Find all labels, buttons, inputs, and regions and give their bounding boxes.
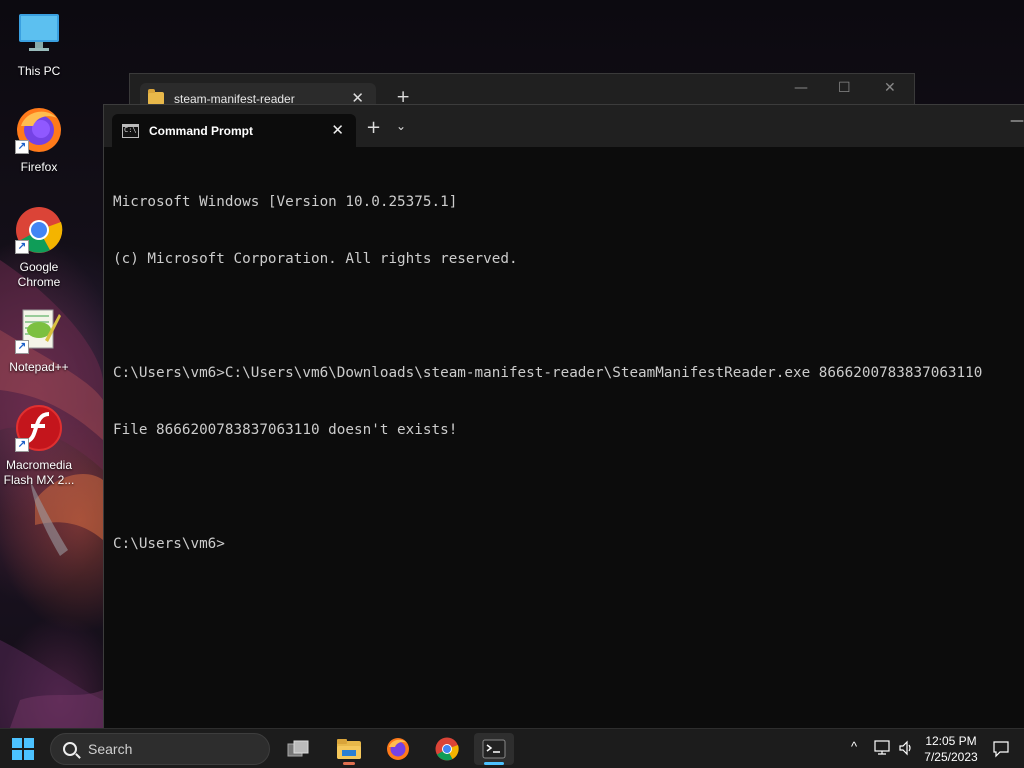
search-placeholder: Search bbox=[88, 741, 133, 757]
flash-icon: ↗ bbox=[15, 404, 63, 452]
terminal-new-tab-icon[interactable]: + bbox=[366, 117, 381, 138]
desktop-icon-flash[interactable]: ↗ Macromedia Flash MX 2... bbox=[0, 404, 78, 488]
command-prompt-icon: C:\ bbox=[122, 123, 139, 138]
taskbar-search[interactable]: Search bbox=[50, 733, 270, 765]
desktop-icon-label: Macromedia Flash MX 2... bbox=[3, 458, 75, 487]
shortcut-arrow-icon: ↗ bbox=[15, 140, 29, 154]
terminal-titlebar[interactable]: C:\ Command Prompt ✕ + ⌄ — bbox=[104, 105, 1024, 147]
running-indicator bbox=[484, 762, 504, 765]
search-icon bbox=[63, 742, 77, 756]
notification-icon[interactable] bbox=[992, 740, 1010, 758]
explorer-close-icon[interactable]: ✕ bbox=[884, 80, 896, 96]
taskbar-firefox[interactable] bbox=[378, 733, 418, 765]
taskbar-terminal[interactable] bbox=[474, 733, 514, 765]
explorer-maximize-icon[interactable]: ☐ bbox=[838, 80, 851, 96]
terminal-prompt-line: C:\Users\vm6> bbox=[113, 536, 225, 552]
taskbar-file-explorer[interactable] bbox=[329, 733, 369, 765]
desktop-icon-label: Firefox bbox=[20, 160, 58, 174]
notepadpp-icon: ↗ bbox=[15, 306, 63, 354]
terminal-line: C:\Users\vm6>C:\Users\vm6\Downloads\stea… bbox=[113, 365, 983, 381]
chrome-icon: ↗ bbox=[15, 206, 63, 254]
task-view-icon bbox=[287, 740, 309, 757]
terminal-tab-command-prompt[interactable]: C:\ Command Prompt ✕ bbox=[112, 114, 356, 147]
terminal-window[interactable]: C:\ Command Prompt ✕ + ⌄ — Microsoft Win… bbox=[103, 104, 1024, 736]
terminal-output[interactable]: Microsoft Windows [Version 10.0.25375.1]… bbox=[113, 155, 1024, 592]
desktop-icon-this-pc[interactable]: This PC bbox=[0, 10, 78, 79]
taskbar: Search ^ 12:05 PM 7/25/2023 bbox=[0, 728, 1024, 768]
clock-time: 12:05 PM bbox=[925, 734, 977, 748]
terminal-minimize-icon[interactable]: — bbox=[1010, 113, 1024, 129]
terminal-tab-close-icon[interactable]: ✕ bbox=[331, 121, 344, 139]
file-explorer-icon bbox=[337, 739, 361, 759]
terminal-icon bbox=[482, 739, 506, 759]
chrome-icon bbox=[435, 737, 459, 761]
running-indicator bbox=[343, 762, 355, 765]
shortcut-arrow-icon: ↗ bbox=[15, 340, 29, 354]
explorer-minimize-icon[interactable]: — bbox=[794, 80, 808, 96]
network-icon[interactable] bbox=[874, 740, 892, 756]
taskbar-chrome[interactable] bbox=[427, 733, 467, 765]
shortcut-arrow-icon: ↗ bbox=[15, 240, 29, 254]
tray-overflow-chevron-icon[interactable]: ^ bbox=[851, 739, 857, 754]
desktop-icon-firefox[interactable]: ↗ Firefox bbox=[0, 106, 78, 175]
start-button[interactable] bbox=[12, 738, 34, 760]
terminal-dropdown-icon[interactable]: ⌄ bbox=[396, 119, 406, 133]
desktop-icon-notepadpp[interactable]: ↗ Notepad++ bbox=[0, 306, 78, 375]
monitor-icon bbox=[15, 10, 63, 58]
desktop-icon-chrome[interactable]: ↗ Google Chrome bbox=[0, 206, 78, 290]
terminal-tab-title: Command Prompt bbox=[149, 123, 254, 138]
clock[interactable]: 12:05 PM 7/25/2023 bbox=[908, 733, 994, 765]
desktop-icon-label: This PC bbox=[17, 64, 61, 78]
desktop-icon-label: Google Chrome bbox=[17, 260, 61, 289]
firefox-icon bbox=[387, 738, 409, 760]
desktop-icon-label: Notepad++ bbox=[9, 360, 69, 374]
terminal-line: File 8666200783837063110 doesn't exists! bbox=[113, 422, 458, 438]
firefox-icon: ↗ bbox=[15, 106, 63, 154]
terminal-line: (c) Microsoft Corporation. All rights re… bbox=[113, 251, 518, 267]
taskbar-task-view[interactable] bbox=[278, 733, 318, 765]
clock-date: 7/25/2023 bbox=[924, 750, 978, 764]
shortcut-arrow-icon: ↗ bbox=[15, 438, 29, 452]
windows-logo-icon bbox=[12, 738, 22, 748]
terminal-line: Microsoft Windows [Version 10.0.25375.1] bbox=[113, 194, 458, 210]
